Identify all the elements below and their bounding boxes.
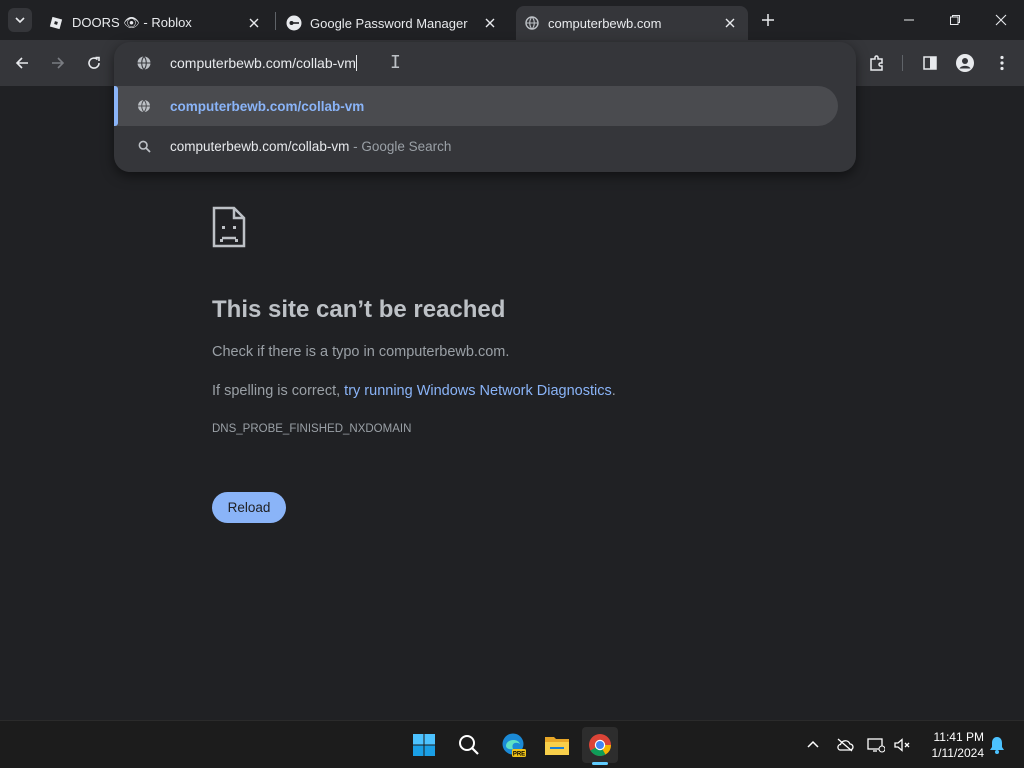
error-line-suffix: . [611,383,616,399]
tab-strip: DOORS 👁 - Roblox Google Password Manager… [0,0,1024,40]
address-input[interactable]: computerbewb.com/collab-vm [170,55,357,71]
close-icon[interactable] [246,15,262,31]
folder-icon [545,737,569,755]
toolbar-divider [902,55,903,71]
windows-logo-icon [413,734,435,756]
tab-password-manager[interactable]: Google Password Manager [280,6,510,40]
address-bar[interactable]: computerbewb.com/collab-vm I [114,42,856,84]
tab-title: computerbewb.com [548,15,662,31]
taskbar-edge-beta[interactable]: PRE [496,727,532,763]
text-caret [355,55,357,71]
reload-page-button[interactable]: Reload [212,492,286,523]
tab-roblox[interactable]: DOORS 👁 - Roblox [44,6,272,40]
tab-separator [275,12,276,30]
menu-button[interactable] [990,51,1014,75]
edge-icon: PRE [502,733,526,758]
restore-button[interactable] [945,10,965,30]
restore-icon [950,15,960,25]
windows-taskbar: PRE 11:41 PM 1/11/2024 [0,720,1024,768]
profile-button[interactable] [953,51,977,75]
bell-icon [990,737,1004,754]
puzzle-icon [870,55,883,71]
globe-icon [137,56,151,70]
taskbar-search-button[interactable] [451,727,487,763]
active-app-indicator [592,762,608,765]
volume-tray-icon[interactable] [893,735,913,755]
globe-icon [136,98,152,114]
close-icon [995,14,1007,26]
suggestion-text: computerbewb.com/collab-vm [170,98,365,114]
minimize-button[interactable] [899,10,919,30]
network-diagnostics-link[interactable]: try running Windows Network Diagnostics [344,383,612,399]
tab-search-button[interactable] [8,8,32,32]
show-hidden-icons-button[interactable] [803,735,823,755]
cloud-offline-icon [837,738,854,752]
omnibox-dropdown: computerbewb.com/collab-vm I computerbew… [114,42,856,172]
plus-icon [762,14,774,26]
kebab-menu-icon [1000,55,1004,71]
close-window-button[interactable] [991,10,1011,30]
sad-page-icon [212,206,246,248]
error-title: This site can’t be reached [212,296,506,323]
chrome-icon [589,734,611,756]
chevron-up-icon [807,740,819,748]
suggestion-query: computerbewb.com/collab-vm [170,138,350,154]
side-panel-icon [923,56,937,70]
error-code: DNS_PROBE_FINISHED_NXDOMAIN [212,423,412,435]
chevron-down-icon [15,17,25,24]
arrow-right-icon [52,57,65,69]
suggestion-search[interactable]: computerbewb.com/collab-vm - Google Sear… [114,126,838,166]
minimize-icon [904,19,914,21]
suggestion-suffix: - Google Search [349,138,452,154]
suggestion-text: computerbewb.com/collab-vm - Google Sear… [170,139,451,154]
arrow-left-icon [15,57,28,69]
taskbar-chrome[interactable] [582,727,618,763]
forward-button[interactable] [46,51,70,75]
clock-time: 11:41 PM [933,730,984,744]
back-button[interactable] [10,51,34,75]
refresh-icon [88,56,100,69]
side-panel-button[interactable] [918,51,942,75]
error-line-prefix: If spelling is correct, [212,383,345,399]
close-icon[interactable] [722,15,738,31]
address-value: computerbewb.com/collab-vm [170,55,356,71]
tab-computerbewb[interactable]: computerbewb.com [516,6,748,40]
i-beam-cursor-icon: I [390,52,401,73]
clock-date: 1/11/2024 [931,746,985,760]
page-content: This site can’t be reached Check if ther… [0,86,1024,720]
onedrive-tray-icon[interactable] [835,735,855,755]
roblox-icon [48,15,64,31]
network-tray-icon[interactable] [866,735,886,755]
globe-icon [524,15,540,31]
error-suggestion-diagnostics: If spelling is correct, try running Wind… [212,383,616,399]
search-icon [459,735,479,755]
error-suggestion-typo: Check if there is a typo in computerbewb… [212,344,510,360]
start-button[interactable] [406,727,442,763]
system-clock[interactable]: 11:41 PM 1/11/2024 [918,729,985,761]
svg-text:PRE: PRE [513,752,525,758]
search-icon [136,138,152,154]
volume-muted-icon [894,738,910,752]
suggestion-url[interactable]: computerbewb.com/collab-vm [114,86,838,126]
network-disconnected-icon [867,738,885,753]
tab-title: Google Password Manager [310,15,468,31]
taskbar-file-explorer[interactable] [539,727,575,763]
reload-button[interactable] [82,51,106,75]
new-tab-button[interactable] [758,10,778,30]
tab-title: DOORS 👁 - Roblox [72,15,192,30]
key-icon [286,15,302,31]
avatar-icon [956,54,974,72]
extensions-button[interactable] [865,51,889,75]
close-icon[interactable] [482,15,498,31]
notifications-button[interactable] [987,735,1007,755]
